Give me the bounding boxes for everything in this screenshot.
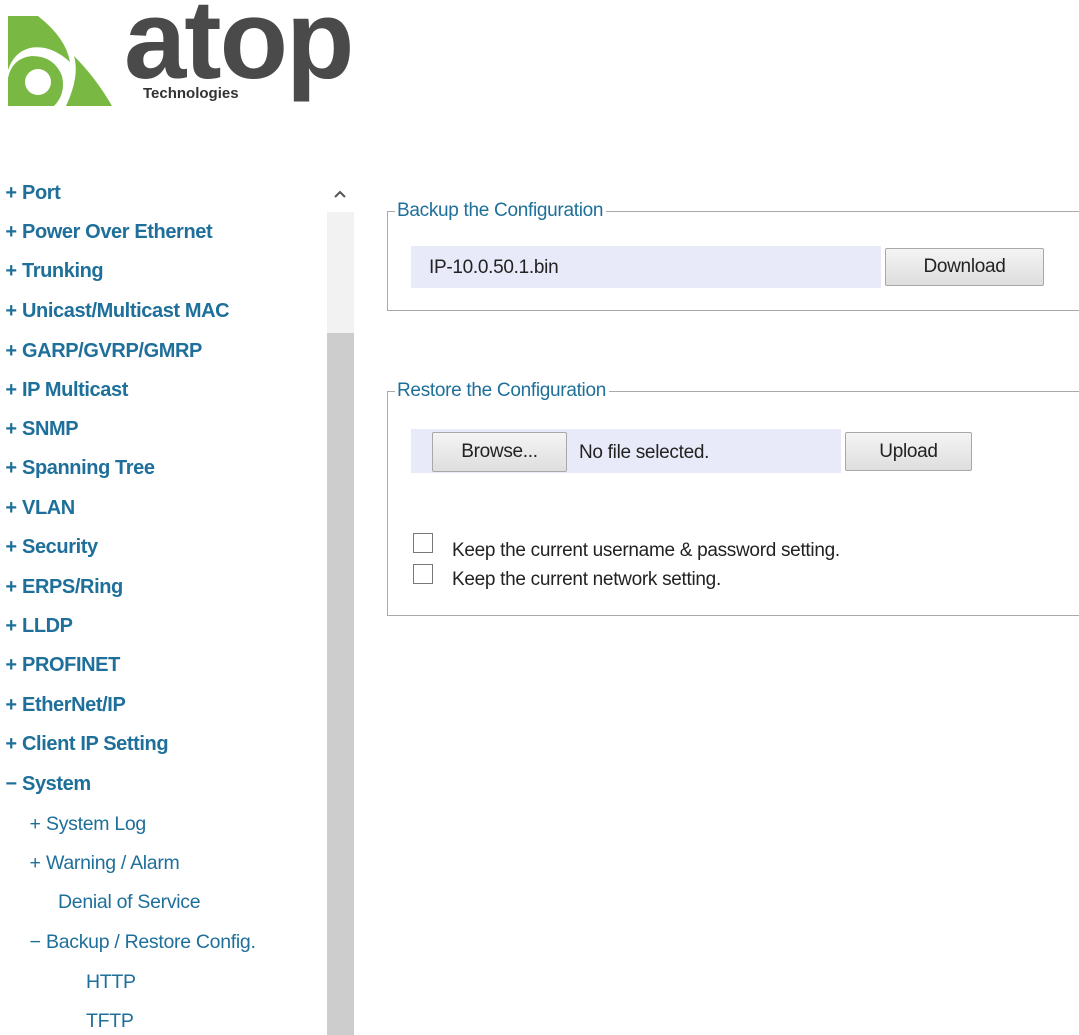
- sidebar-item-label: Backup / Restore Config.: [46, 931, 256, 953]
- sidebar-item-unicast-multicast-mac[interactable]: + Unicast/Multicast MAC: [0, 296, 229, 326]
- sidebar-item-label: Unicast/Multicast MAC: [22, 300, 230, 322]
- expand-icon: +: [5, 497, 17, 519]
- expand-icon: +: [5, 654, 17, 676]
- expand-icon: +: [5, 457, 17, 479]
- sidebar-item-backup-restore-config[interactable]: − Backup / Restore Config.: [24, 927, 256, 957]
- backup-config-fieldset: Backup the Configuration IP-10.0.50.1.bi…: [387, 200, 1079, 311]
- sidebar-item-warning-alarm[interactable]: + Warning / Alarm: [24, 848, 180, 878]
- expand-icon: +: [5, 418, 17, 440]
- sidebar-item-label: Denial of Service: [58, 891, 201, 913]
- sidebar-item-trunking[interactable]: + Trunking: [0, 256, 103, 286]
- sidebar-item-client-ip-setting[interactable]: + Client IP Setting: [0, 729, 168, 759]
- sidebar-item-profinet[interactable]: + PROFINET: [0, 650, 120, 680]
- sidebar-item-port[interactable]: + Port: [0, 178, 60, 208]
- sidebar-item-label: Client IP Setting: [22, 733, 169, 755]
- expand-icon: +: [5, 379, 17, 401]
- expand-icon: +: [29, 813, 41, 835]
- sidebar-item-label: Power Over Ethernet: [22, 221, 213, 243]
- sidebar-item-label: SNMP: [22, 418, 79, 440]
- sidebar-item-security[interactable]: + Security: [0, 532, 98, 562]
- sidebar-item-denial-of-service[interactable]: Denial of Service: [58, 887, 201, 917]
- sidebar-item-label: TFTP: [86, 1010, 134, 1032]
- sidebar-item-power-over-ethernet[interactable]: + Power Over Ethernet: [0, 217, 212, 247]
- sidebar-item-ethernet-ip[interactable]: + EtherNet/IP: [0, 690, 125, 720]
- expand-icon: +: [5, 221, 17, 243]
- sidebar-item-tftp[interactable]: TFTP: [86, 1006, 134, 1035]
- expand-icon: +: [5, 694, 17, 716]
- sidebar-item-label: VLAN: [22, 497, 75, 519]
- expand-icon: +: [5, 182, 17, 204]
- sidebar-item-spanning-tree[interactable]: + Spanning Tree: [0, 453, 155, 483]
- expand-icon: +: [29, 852, 41, 874]
- sidebar-item-label: IP Multicast: [22, 379, 128, 401]
- keep-network-label: Keep the current network setting.: [452, 569, 721, 590]
- sidebar-item-label: System: [22, 773, 91, 795]
- collapse-icon: −: [5, 773, 17, 795]
- backup-legend: Backup the Configuration: [395, 200, 607, 222]
- sidebar-item-label: LLDP: [22, 615, 73, 637]
- logo-mark-icon: [8, 16, 112, 106]
- sidebar-item-label: Trunking: [22, 260, 104, 282]
- expand-icon: +: [5, 260, 17, 282]
- sidebar-item-label: HTTP: [86, 971, 136, 993]
- atop-logo: atop Technologies: [8, 0, 354, 110]
- browse-button[interactable]: Browse...: [432, 432, 567, 472]
- sidebar-item-http[interactable]: HTTP: [86, 967, 136, 997]
- expand-icon: +: [5, 340, 17, 362]
- keep-credentials-label: Keep the current username & password set…: [452, 540, 840, 561]
- file-status-text: No file selected.: [579, 442, 710, 463]
- expand-icon: +: [5, 733, 17, 755]
- sidebar-item-lldp[interactable]: + LLDP: [0, 611, 73, 641]
- sidebar-nav: + Port + Power Over Ethernet + Trunking + Un…: [0, 178, 356, 1035]
- expand-icon: +: [5, 615, 17, 637]
- expand-icon: +: [5, 536, 17, 558]
- sidebar-item-label: Security: [22, 536, 98, 558]
- keep-network-checkbox[interactable]: [413, 564, 433, 584]
- expand-icon: +: [5, 300, 17, 322]
- sidebar-item-erps-ring[interactable]: + ERPS/Ring: [0, 572, 123, 602]
- sidebar-item-system-log[interactable]: + System Log: [24, 809, 146, 839]
- restore-config-fieldset: Restore the Configuration Browse... No f…: [387, 380, 1079, 616]
- sidebar-item-label: System Log: [46, 813, 146, 835]
- sidebar-item-label: PROFINET: [22, 654, 120, 676]
- sidebar-item-label: Port: [22, 182, 61, 204]
- sidebar-scrollbar-thumb[interactable]: [327, 333, 354, 1035]
- sidebar-item-label: GARP/GVRP/GMRP: [22, 340, 202, 362]
- restore-legend: Restore the Configuration: [395, 380, 610, 402]
- sidebar-item-label: Spanning Tree: [22, 457, 155, 479]
- sidebar-item-label: EtherNet/IP: [22, 694, 126, 716]
- sidebar-item-ip-multicast[interactable]: + IP Multicast: [0, 375, 128, 405]
- collapse-icon: −: [29, 931, 41, 953]
- sidebar-item-garp-gvrp-gmrp[interactable]: + GARP/GVRP/GMRP: [0, 336, 202, 366]
- sidebar-item-vlan[interactable]: + VLAN: [0, 493, 75, 523]
- sidebar-item-system[interactable]: − System: [0, 769, 91, 799]
- logo-subtitle: Technologies: [140, 84, 243, 102]
- backup-filename: IP-10.0.50.1.bin: [429, 257, 559, 278]
- page: atop Technologies + Port + Power Over Ethe…: [0, 0, 1079, 1035]
- sidebar-item-label: Warning / Alarm: [46, 852, 180, 874]
- keep-credentials-checkbox[interactable]: [413, 533, 433, 553]
- logo-wordmark: atop: [124, 0, 354, 102]
- upload-button[interactable]: Upload: [845, 432, 972, 471]
- sidebar-item-snmp[interactable]: + SNMP: [0, 414, 78, 444]
- expand-icon: +: [5, 576, 17, 598]
- chevron-up-icon[interactable]: [329, 184, 351, 206]
- download-button[interactable]: Download: [885, 248, 1044, 286]
- sidebar-item-label: ERPS/Ring: [22, 576, 123, 598]
